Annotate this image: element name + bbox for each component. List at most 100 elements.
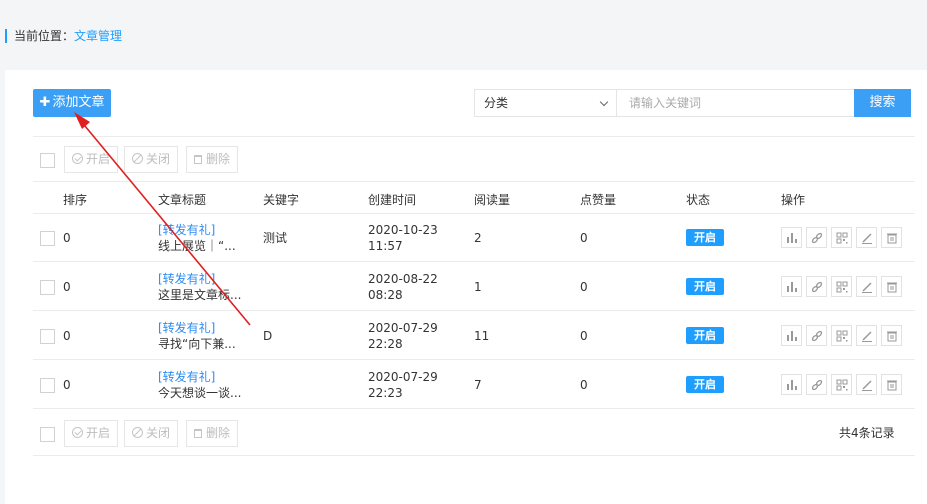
row-tag[interactable]: [转发有礼] [158,320,215,336]
bulk-enable-button-bottom[interactable]: 开启 [64,420,119,447]
header-reads: 阅读量 [474,193,511,207]
select-all-checkbox-bottom[interactable] [40,427,55,442]
divider [33,136,915,137]
add-article-button[interactable]: ✚ 添加文章 [33,89,111,117]
bulk-disable-label: 关闭 [146,426,171,440]
row-actions [781,276,902,297]
row-reads: 7 [474,378,482,392]
bulk-enable-button[interactable]: 开启 [64,146,119,173]
bulk-enable-label: 开启 [86,152,111,166]
row-checkbox[interactable] [40,329,55,344]
row-keywords: 测试 [263,231,288,245]
status-badge[interactable]: 开启 [686,278,724,295]
search-button[interactable]: 搜索 [854,89,911,117]
qrcode-button[interactable] [831,276,852,297]
row-time: 11:57 [368,239,403,253]
header-keywords: 关键字 [263,193,300,207]
divider [33,455,915,456]
link-button[interactable] [806,227,827,248]
row-sort: 0 [63,280,71,294]
row-title[interactable]: 线上展览｜“... [158,238,236,254]
divider [33,408,915,409]
header-created: 创建时间 [368,193,417,207]
row-title[interactable]: 今天想谈一谈... [158,385,241,401]
row-checkbox[interactable] [40,231,55,246]
ban-icon [132,153,143,164]
row-actions [781,374,902,395]
link-button[interactable] [806,276,827,297]
row-tag[interactable]: [转发有礼] [158,369,215,385]
header-sort: 排序 [63,193,88,207]
bulk-delete-label: 删除 [206,426,231,440]
bar-chart-button[interactable] [781,325,802,346]
bar-chart-button[interactable] [781,276,802,297]
bulk-enable-label: 开启 [86,426,111,440]
select-all-checkbox[interactable] [40,153,55,168]
row-title[interactable]: 这里是文章标... [158,287,241,303]
row-likes: 0 [580,231,588,245]
edit-button[interactable] [856,325,877,346]
divider [33,261,915,262]
status-badge[interactable]: 开启 [686,376,724,393]
row-time: 08:28 [368,288,403,302]
divider [33,181,915,182]
header-status: 状态 [686,193,711,207]
trash-button[interactable] [881,325,902,346]
check-circle-icon [72,427,83,438]
edit-button[interactable] [856,374,877,395]
row-title[interactable]: 寻找“向下兼... [158,336,236,352]
qrcode-button[interactable] [831,227,852,248]
qrcode-button[interactable] [831,325,852,346]
row-tag[interactable]: [转发有礼] [158,222,215,238]
status-badge[interactable]: 开启 [686,229,724,246]
row-checkbox[interactable] [40,280,55,295]
row-reads: 2 [474,231,482,245]
row-tag[interactable]: [转发有礼] [158,271,215,287]
row-reads: 1 [474,280,482,294]
category-select[interactable]: 分类 [474,89,617,117]
bulk-delete-button[interactable]: 删除 [186,146,239,173]
plus-icon: ✚ [39,95,51,110]
row-likes: 0 [580,329,588,343]
link-button[interactable] [806,374,827,395]
row-sort: 0 [63,378,71,392]
header-title: 文章标题 [158,193,207,207]
check-circle-icon [72,153,83,164]
category-select-value: 分类 [484,96,509,110]
row-date: 2020-08-22 [368,272,438,286]
chevron-down-icon [599,97,609,107]
breadcrumb-prefix: 当前位置： [14,29,75,43]
row-likes: 0 [580,280,588,294]
bar-chart-button[interactable] [781,374,802,395]
bulk-disable-button-bottom[interactable]: 关闭 [124,420,179,447]
trash-button[interactable] [881,227,902,248]
row-reads: 11 [474,329,490,343]
row-likes: 0 [580,378,588,392]
trash-icon [194,155,202,164]
trash-button[interactable] [881,374,902,395]
qrcode-button[interactable] [831,374,852,395]
bulk-delete-label: 删除 [206,152,231,166]
bulk-disable-button[interactable]: 关闭 [124,146,179,173]
row-actions [781,227,902,248]
row-keywords: D [263,329,273,343]
row-sort: 0 [63,231,71,245]
bar-chart-button[interactable] [781,227,802,248]
main-panel: ✚ 添加文章 分类 请输入关键词 搜索 开启 关闭 删除 排序 文章标题 关键字 … [5,70,927,504]
row-time: 22:28 [368,337,403,351]
edit-button[interactable] [856,276,877,297]
row-time: 22:23 [368,386,403,400]
row-sort: 0 [63,329,71,343]
bulk-disable-label: 关闭 [146,152,171,166]
breadcrumb-current[interactable]: 文章管理 [74,29,122,43]
search-input[interactable]: 请输入关键词 [617,89,855,117]
ban-icon [132,427,143,438]
bulk-delete-button-bottom[interactable]: 删除 [186,420,239,447]
row-checkbox[interactable] [40,378,55,393]
divider [33,359,915,360]
status-badge[interactable]: 开启 [686,327,724,344]
trash-button[interactable] [881,276,902,297]
row-actions [781,325,902,346]
edit-button[interactable] [856,227,877,248]
link-button[interactable] [806,325,827,346]
